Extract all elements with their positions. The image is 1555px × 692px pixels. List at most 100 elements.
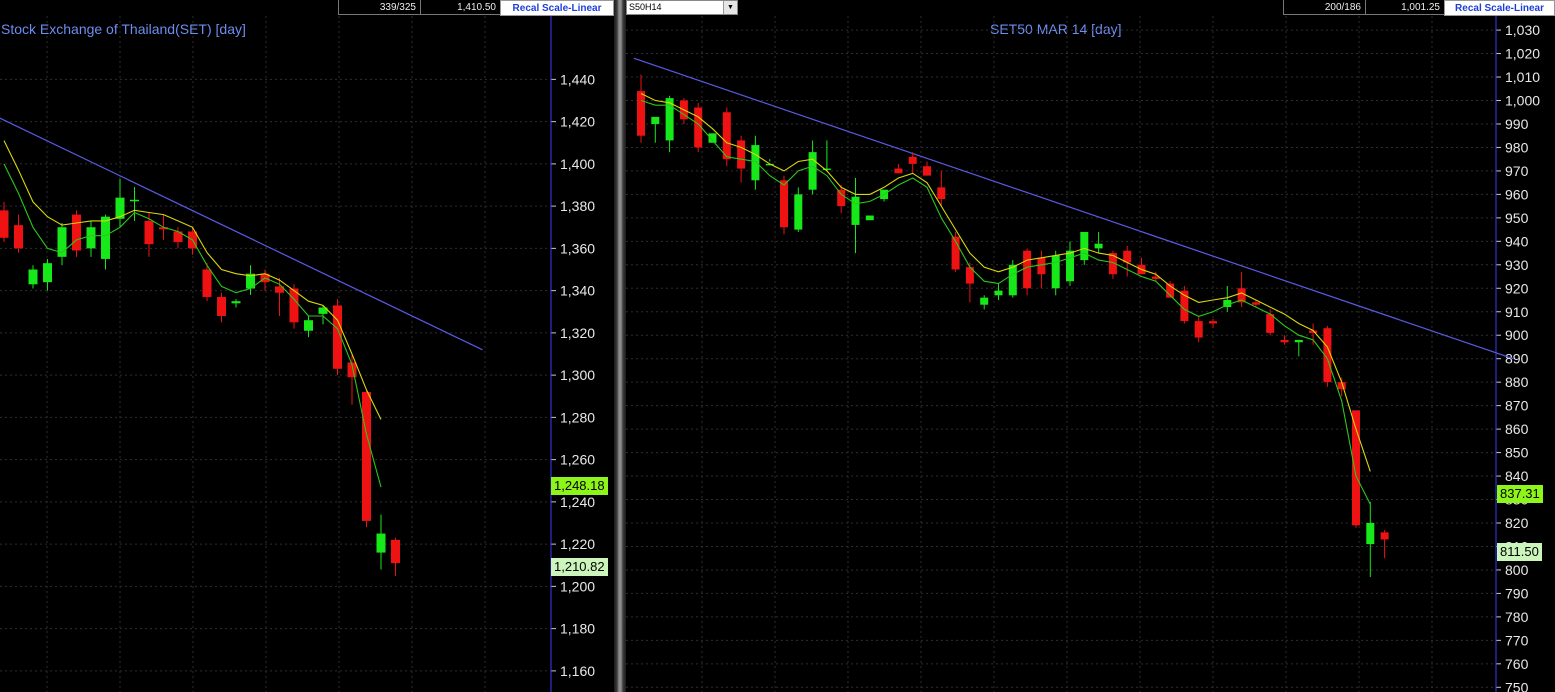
candle-up [794, 194, 803, 230]
candle-down [362, 392, 371, 521]
set-candlestick-chart[interactable]: 1,160 1,180 1,200 1,220 1,240 1,260 1,280 1,300… [0, 16, 614, 692]
candle-up [751, 145, 760, 181]
candle-down [637, 91, 645, 136]
candle-down [72, 214, 81, 251]
candle-up [28, 269, 38, 285]
candle-down [937, 187, 946, 200]
y-tick-label: 860 [1505, 421, 1529, 437]
candle-down [722, 112, 731, 160]
candle-down [1023, 250, 1032, 289]
candle-up [101, 216, 110, 259]
candle-up [1051, 255, 1060, 289]
y-tick-label: 820 [1505, 515, 1529, 531]
moving-average-slow-line [640, 93, 1371, 472]
y-tick-label: 1,220 [560, 536, 595, 552]
y-tick-label: 920 [1505, 280, 1529, 296]
pane-splitter[interactable] [614, 0, 626, 692]
candle-down [202, 269, 212, 297]
candle-down [1209, 321, 1217, 324]
candle-down [923, 166, 931, 176]
candle-down [1037, 257, 1046, 275]
candle-down [737, 140, 746, 169]
y-tick-label: 880 [1505, 374, 1529, 390]
candle-up [1366, 523, 1375, 545]
candle-up [86, 227, 96, 249]
y-tick-label: 970 [1505, 163, 1529, 179]
y-tick-label: 790 [1505, 585, 1529, 601]
candle-up [1294, 339, 1303, 343]
last-price-label: 1,210.82 [551, 558, 608, 576]
candle-down [391, 539, 400, 564]
y-tick-label: 1,440 [560, 71, 595, 87]
candle-down [894, 168, 903, 174]
trend-line [633, 57, 1514, 360]
last-price-label: 811.50 [1497, 543, 1542, 561]
candle-up [1066, 250, 1074, 282]
y-tick-label: 1,000 [1505, 93, 1540, 109]
ma-value-label: 1,248.18 [551, 477, 608, 495]
candle-up [43, 263, 52, 283]
price-readout: 1,410.50 [420, 0, 500, 15]
candle-up [994, 290, 1003, 296]
recal-scale-button[interactable]: Recal Scale-Linear [1444, 0, 1555, 16]
y-tick-label: 760 [1505, 656, 1529, 672]
y-tick-label: 1,200 [560, 578, 595, 594]
y-tick-label: 900 [1505, 327, 1529, 343]
candle-up [130, 199, 139, 202]
candle-up [980, 297, 989, 305]
set50-candlestick-chart[interactable]: 7507607707807908008108208308408508608708… [626, 16, 1555, 692]
right-header-bar: S50H14 ▼ 200/186 1,001.25 Recal Scale-Li… [626, 0, 1555, 16]
candle-up [231, 301, 241, 304]
candle-down [1280, 339, 1289, 343]
y-tick-label: 1,360 [560, 240, 595, 256]
candle-up [1094, 243, 1103, 249]
candle-down [908, 156, 917, 164]
candle-down [1194, 321, 1203, 338]
y-tick-label: 1,340 [560, 283, 595, 299]
ma-value-label: 837.31 [1497, 485, 1543, 503]
bar-count-readout: 200/186 [1283, 0, 1365, 15]
y-tick-label: 940 [1505, 233, 1529, 249]
candle-down [0, 210, 9, 238]
symbol-select[interactable]: S50H14 ▼ [626, 0, 738, 15]
y-tick-label: 780 [1505, 609, 1529, 625]
candle-down [217, 296, 226, 316]
set-index-chart-pane[interactable]: 339/325 1,410.50 Recal Scale-Linear Stoc… [0, 0, 614, 692]
candle-up [808, 152, 817, 190]
candle-up [851, 196, 860, 225]
chevron-down-icon[interactable]: ▼ [723, 1, 737, 14]
y-tick-label: 1,280 [560, 409, 595, 425]
candle-up [651, 116, 660, 124]
candle-up [1008, 264, 1017, 296]
y-tick-label: 1,420 [560, 114, 595, 130]
symbol-value: S50H14 [629, 2, 662, 12]
left-header-bar: 339/325 1,410.50 Recal Scale-Linear [0, 0, 614, 16]
price-readout: 1,001.25 [1365, 0, 1444, 15]
y-tick-label: 870 [1505, 398, 1529, 414]
y-tick-label: 840 [1505, 468, 1529, 484]
candle-up [865, 215, 874, 221]
candle-up [376, 533, 386, 553]
y-tick-label: 990 [1505, 116, 1529, 132]
y-tick-label: 890 [1505, 351, 1529, 367]
recal-scale-button[interactable]: Recal Scale-Linear [500, 0, 614, 16]
y-tick-label: 1,240 [560, 494, 595, 510]
set50-futures-chart-pane[interactable]: S50H14 ▼ 200/186 1,001.25 Recal Scale-Li… [626, 0, 1555, 692]
y-tick-label: 1,010 [1505, 69, 1540, 85]
candle-down [144, 220, 154, 245]
y-tick-label: 770 [1505, 632, 1529, 648]
y-tick-label: 1,030 [1505, 22, 1540, 38]
y-tick-label: 800 [1505, 562, 1529, 578]
y-tick-label: 850 [1505, 445, 1529, 461]
y-tick-label: 1,180 [560, 621, 595, 637]
y-tick-label: 1,320 [560, 325, 595, 341]
y-tick-label: 1,160 [560, 663, 595, 679]
y-tick-label: 980 [1505, 139, 1529, 155]
y-tick-label: 1,400 [560, 156, 595, 172]
candle-down [780, 180, 788, 228]
y-tick-label: 1,260 [560, 452, 595, 468]
candle-up [304, 320, 313, 331]
candle-down [14, 225, 23, 249]
y-tick-label: 1,020 [1505, 46, 1540, 62]
y-tick-label: 1,300 [560, 367, 595, 383]
